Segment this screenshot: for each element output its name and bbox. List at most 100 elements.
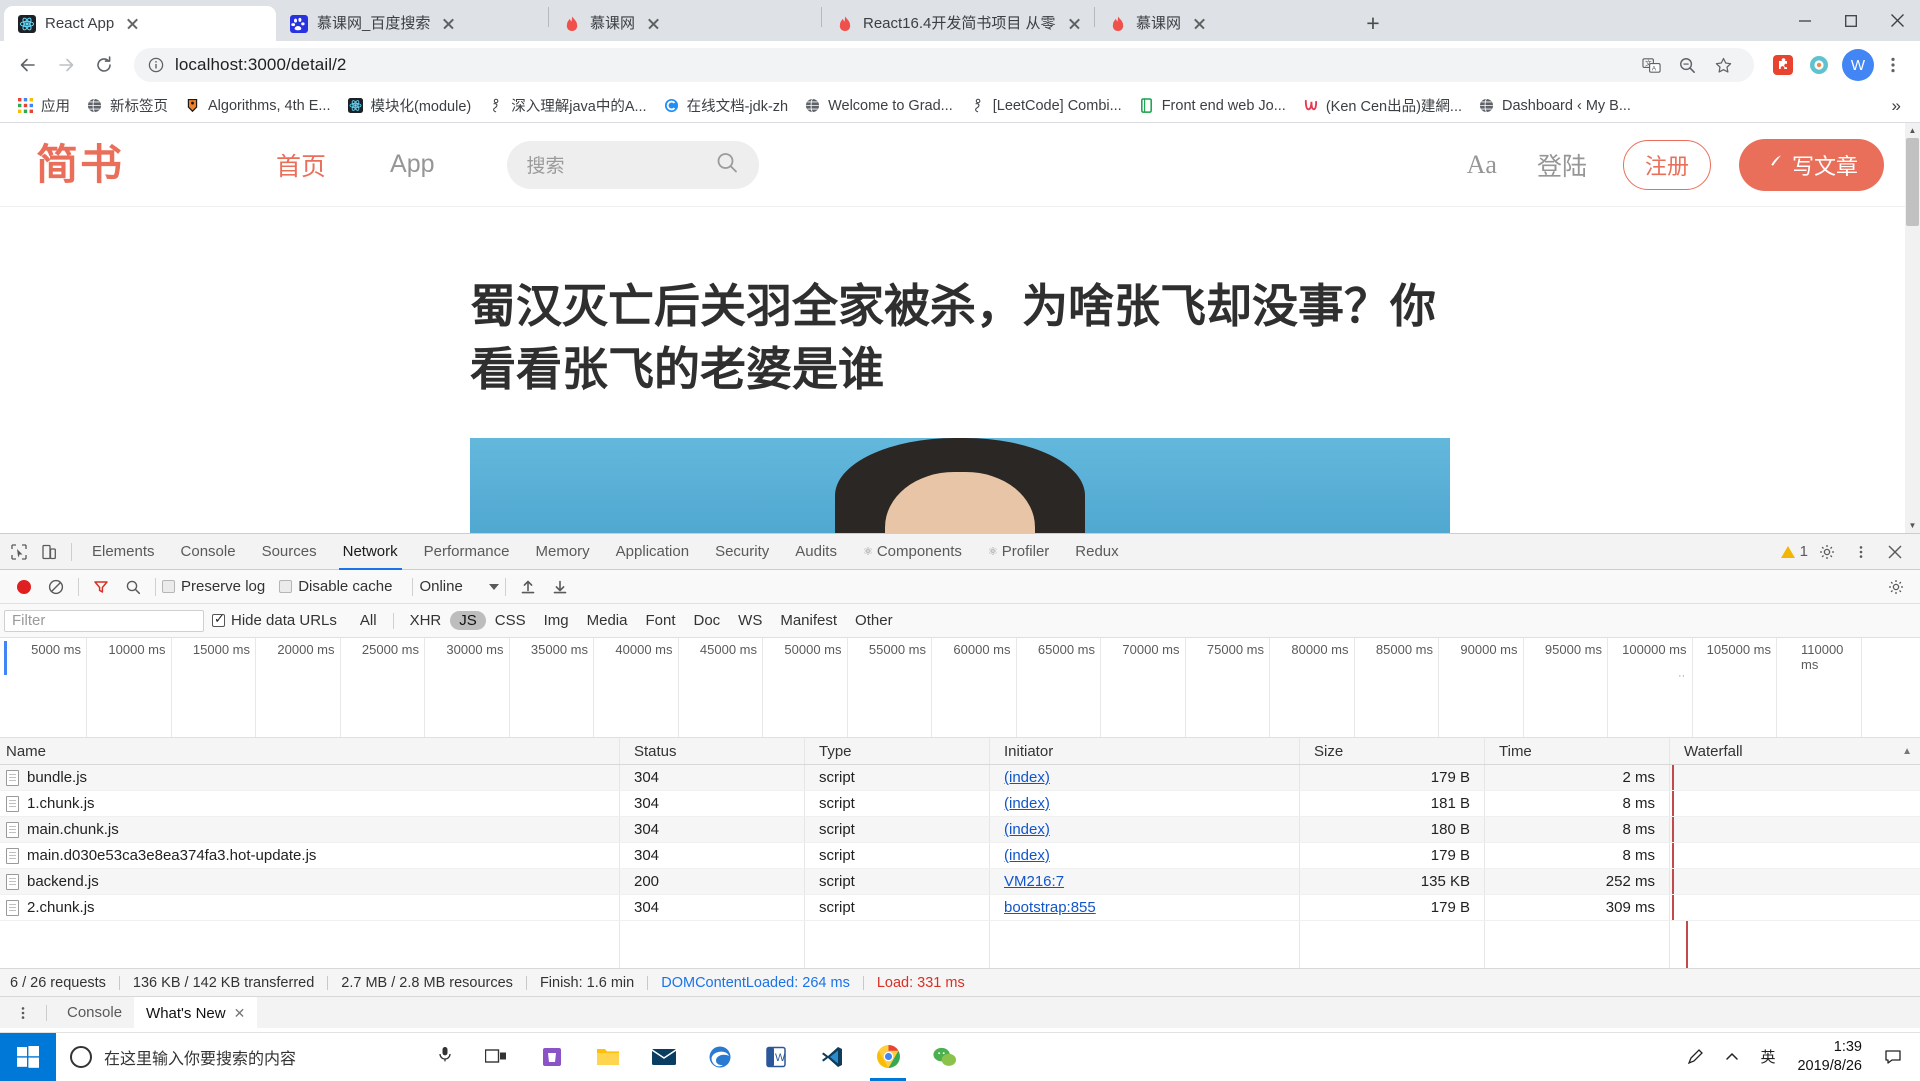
column-header-type[interactable]: Type [805, 738, 990, 764]
new-tab-button[interactable]: + [1356, 6, 1390, 40]
browser-tab-2[interactable]: 慕课网 [549, 6, 821, 41]
nav-item-home[interactable]: 首页 [244, 147, 358, 183]
filter-type-xhr[interactable]: XHR [401, 611, 451, 630]
browser-tab-3[interactable]: React16.4开发简书项目 从零基础 [822, 6, 1094, 41]
column-header-name[interactable]: Name [0, 738, 620, 764]
nav-item-app[interactable]: App [358, 150, 466, 179]
mail-icon[interactable] [636, 1033, 692, 1081]
initiator-link[interactable]: (index) [1004, 821, 1050, 838]
kebab-menu-icon[interactable] [1846, 538, 1876, 566]
devtools-tab-profiler[interactable]: ⚛ Profiler [975, 534, 1062, 570]
kebab-menu-icon[interactable] [1876, 48, 1910, 82]
filter-type-media[interactable]: Media [578, 611, 637, 630]
devtools-tab-redux[interactable]: Redux [1062, 534, 1131, 570]
bookmark-item-8[interactable]: Front end web Jo... [1130, 93, 1294, 118]
kebab-menu-icon[interactable] [8, 999, 38, 1027]
filter-type-doc[interactable]: Doc [684, 611, 729, 630]
preserve-log-checkbox[interactable]: Preserve log [162, 578, 265, 595]
column-header-initiator[interactable]: Initiator [990, 738, 1300, 764]
address-bar[interactable]: localhost:3000/detail/2 文A [134, 48, 1754, 82]
windows-start-icon[interactable] [0, 1033, 56, 1081]
filter-type-manifest[interactable]: Manifest [771, 611, 846, 630]
filter-type-ws[interactable]: WS [729, 611, 771, 630]
maximize-icon[interactable] [1828, 0, 1874, 41]
microphone-icon[interactable] [436, 1045, 454, 1068]
close-icon[interactable] [439, 14, 458, 33]
devtools-tab-application[interactable]: Application [603, 534, 702, 570]
network-overview-timeline[interactable]: 5000 ms10000 ms15000 ms20000 ms25000 ms3… [0, 638, 1920, 738]
warning-badge[interactable]: 1 [1781, 543, 1808, 560]
column-header-size[interactable]: Size [1300, 738, 1485, 764]
table-row[interactable]: main.chunk.js 304 script (index) 180 B 8… [0, 817, 1920, 843]
drawer-tab-whats-new[interactable]: What's New ✕ [134, 997, 257, 1029]
inspect-cursor-icon[interactable] [4, 538, 34, 566]
table-row[interactable]: 2.chunk.js 304 script bootstrap:855 179 … [0, 895, 1920, 921]
ime-indicator[interactable]: 英 [1750, 1046, 1785, 1067]
record-stop-icon[interactable] [8, 572, 40, 602]
initiator-link[interactable]: (index) [1004, 847, 1050, 864]
devtools-tab-elements[interactable]: Elements [79, 534, 168, 570]
column-header-waterfall[interactable]: Waterfall ▲ [1670, 738, 1920, 764]
filter-type-img[interactable]: Img [535, 611, 578, 630]
close-icon[interactable] [1874, 0, 1920, 41]
write-article-button[interactable]: 写文章 [1739, 139, 1884, 191]
download-arrow-icon[interactable] [544, 572, 576, 602]
minimize-icon[interactable] [1782, 0, 1828, 41]
scroll-down-arrow-icon[interactable]: ▼ [1905, 518, 1920, 533]
devtools-tab-performance[interactable]: Performance [411, 534, 523, 570]
pen-tray-icon[interactable] [1676, 1048, 1714, 1066]
browser-tab-1[interactable]: 慕课网_百度搜索 [276, 6, 548, 41]
devtools-tab-console[interactable]: Console [168, 534, 249, 570]
wechat-icon[interactable] [916, 1033, 972, 1081]
drawer-tab-console[interactable]: Console [55, 997, 134, 1029]
table-row[interactable]: backend.js 200 script VM216:7 135 KB 252… [0, 869, 1920, 895]
bookmark-item-9[interactable]: (Ken Cen出品)建網... [1294, 91, 1470, 120]
disable-cache-checkbox[interactable]: Disable cache [279, 578, 392, 595]
bookmark-item-2[interactable]: Algorithms, 4th E... [176, 93, 339, 118]
profile-avatar[interactable]: W [1842, 49, 1874, 81]
clock[interactable]: 1:39 2019/8/26 [1785, 1038, 1874, 1074]
star-icon[interactable] [1706, 48, 1740, 82]
table-row[interactable]: 1.chunk.js 304 script (index) 181 B 8 ms [0, 791, 1920, 817]
reload-icon[interactable] [86, 47, 122, 83]
taskbar-search[interactable]: 在这里输入你要搜索的内容 [56, 1033, 468, 1081]
forward-arrow-icon[interactable] [48, 47, 84, 83]
file-explorer-icon[interactable] [580, 1033, 636, 1081]
close-icon[interactable]: ✕ [234, 1005, 246, 1022]
devtools-tab-memory[interactable]: Memory [523, 534, 603, 570]
initiator-link[interactable]: bootstrap:855 [1004, 899, 1096, 916]
search-icon[interactable] [715, 150, 739, 179]
devtools-tab-network[interactable]: Network [330, 534, 411, 570]
gear-icon[interactable] [1812, 538, 1842, 566]
page-scrollbar[interactable]: ▲ ▼ [1905, 123, 1920, 533]
store-icon[interactable] [524, 1033, 580, 1081]
info-circle-icon[interactable] [148, 57, 164, 73]
filter-input[interactable]: Filter [4, 610, 204, 632]
close-icon[interactable] [123, 14, 142, 33]
login-button[interactable]: 登陆 [1537, 147, 1587, 183]
chrome-icon[interactable] [860, 1033, 916, 1081]
filter-type-font[interactable]: Font [636, 611, 684, 630]
bookmark-item-0[interactable]: 应用 [9, 91, 78, 120]
bookmark-item-5[interactable]: 在线文档-jdk-zh [655, 91, 797, 120]
bookmark-item-3[interactable]: 模块化(module) [339, 91, 480, 120]
vscode-icon[interactable] [804, 1033, 860, 1081]
device-toolbar-icon[interactable] [34, 538, 64, 566]
translate-icon[interactable]: 文A [1634, 48, 1668, 82]
register-button[interactable]: 注册 [1623, 140, 1711, 190]
browser-tab-0[interactable]: React App [4, 6, 276, 41]
column-header-time[interactable]: Time [1485, 738, 1670, 764]
devtools-tab-audits[interactable]: Audits [782, 534, 850, 570]
bookmarks-overflow-button[interactable]: » [1882, 94, 1911, 118]
upload-arrow-icon[interactable] [512, 572, 544, 602]
hide-data-urls-checkbox[interactable]: Hide data URLs [212, 612, 337, 629]
extension-puzzle-red-icon[interactable] [1766, 48, 1800, 82]
close-icon[interactable] [1065, 14, 1084, 33]
filter-type-css[interactable]: CSS [486, 611, 535, 630]
network-settings-gear-icon[interactable] [1880, 572, 1912, 602]
table-row[interactable]: bundle.js 304 script (index) 179 B 2 ms [0, 765, 1920, 791]
devtools-tab-sources[interactable]: Sources [249, 534, 330, 570]
sort-ascending-icon[interactable]: ▲ [1902, 746, 1912, 757]
bookmark-item-6[interactable]: Welcome to Grad... [796, 93, 961, 118]
edge-icon[interactable] [692, 1033, 748, 1081]
